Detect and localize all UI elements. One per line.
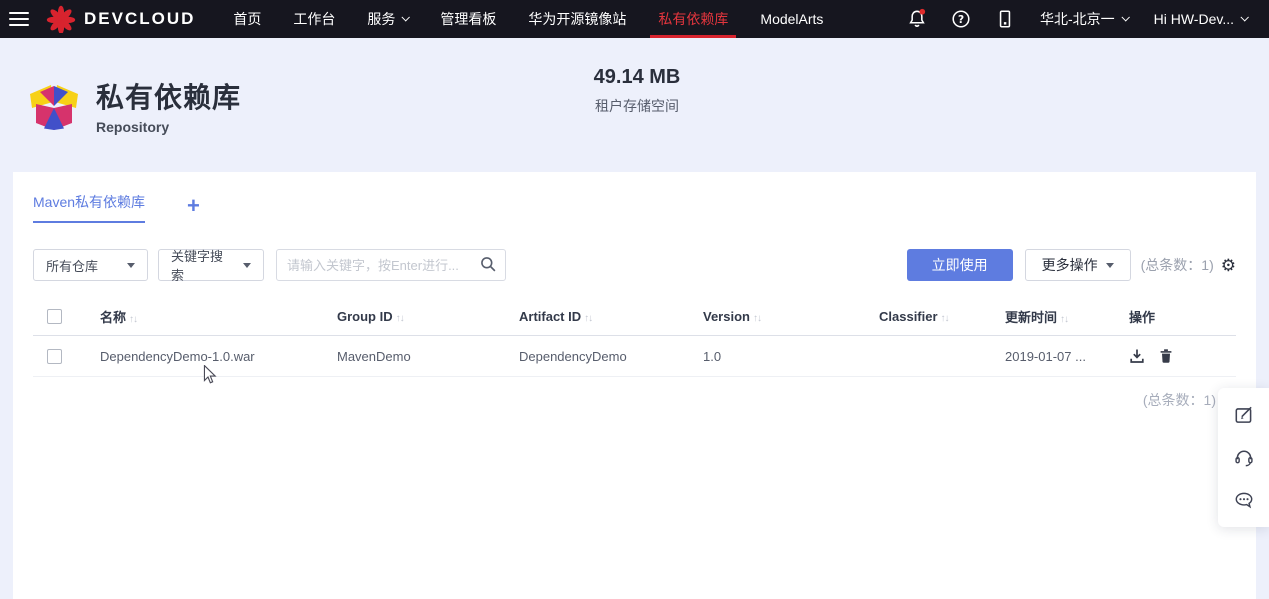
brand-name: DEVCLOUD [84, 9, 195, 29]
column-header-actions: 操作 [1116, 298, 1236, 336]
nav-item-home[interactable]: 首页 [217, 0, 277, 38]
nav-item-private-repo[interactable]: 私有依赖库 [642, 0, 744, 38]
trash-icon[interactable] [1158, 348, 1174, 364]
caret-down-icon [1106, 263, 1114, 268]
table-row[interactable]: DependencyDemo-1.0.war MavenDemo Depende… [33, 336, 1236, 377]
chat-icon[interactable] [1231, 487, 1257, 513]
tab-maven-repo[interactable]: Maven私有依赖库 [33, 192, 145, 223]
page-subtitle: Repository [96, 119, 241, 135]
search-input[interactable] [276, 249, 506, 281]
row-checkbox[interactable] [47, 349, 62, 364]
cell-name: DependencyDemo-1.0.war [87, 336, 324, 377]
sort-icon[interactable]: ↑↓ [1060, 314, 1068, 325]
storage-label: 租户存储空间 [562, 96, 712, 116]
repo-filter-select[interactable]: 所有仓库 [33, 249, 148, 281]
select-all-checkbox[interactable] [47, 309, 62, 324]
top-nav: DEVCLOUD 首页 工作台 服务 管理看板 华为开源镜像站 私有依赖库 Mo… [0, 0, 1269, 38]
nav-items: 首页 工作台 服务 管理看板 华为开源镜像站 私有依赖库 ModelArts [217, 0, 839, 38]
cell-artifact-id: DependencyDemo [506, 336, 690, 377]
content-card: Maven私有依赖库 + 所有仓库 关键字搜索 立即使用 更多操作 (总条数：1… [13, 172, 1256, 599]
search-icon[interactable] [480, 256, 497, 273]
sort-icon[interactable]: ↑↓ [941, 313, 949, 324]
use-now-button[interactable]: 立即使用 [907, 249, 1013, 281]
user-menu[interactable]: Hi HW-Dev... [1146, 11, 1255, 27]
sort-icon[interactable]: ↑↓ [753, 313, 761, 324]
keyword-type-select[interactable]: 关键字搜索 [158, 249, 264, 281]
repo-tabs: Maven私有依赖库 + [33, 192, 1236, 223]
table-header-row: 名称↑↓ Group ID↑↓ Artifact ID↑↓ Version↑↓ … [33, 298, 1236, 336]
nav-item-modelarts[interactable]: ModelArts [744, 0, 839, 38]
column-header-name[interactable]: 名称↑↓ [87, 298, 324, 336]
menu-icon[interactable] [0, 0, 38, 38]
chevron-down-icon [1240, 13, 1248, 21]
cell-updated: 2019-01-07 ... [992, 336, 1116, 377]
svg-text:?: ? [958, 14, 964, 26]
help-icon[interactable]: ? [944, 0, 978, 38]
brand[interactable]: DEVCLOUD [46, 5, 195, 33]
download-icon[interactable] [1129, 348, 1145, 364]
cell-classifier [866, 336, 992, 377]
search-box [276, 249, 506, 281]
sort-icon[interactable]: ↑↓ [396, 313, 404, 324]
more-actions-button[interactable]: 更多操作 [1025, 249, 1131, 281]
settings-gear-icon[interactable]: ⚙ [1221, 257, 1236, 274]
column-header-classifier[interactable]: Classifier↑↓ [866, 298, 992, 336]
huawei-logo-icon [46, 5, 76, 33]
storage-summary: 49.14 MB 租户存储空间 [562, 66, 712, 116]
column-header-updated[interactable]: 更新时间↑↓ [992, 298, 1116, 336]
toolbar: 所有仓库 关键字搜索 立即使用 更多操作 (总条数：1) ⚙ [33, 249, 1236, 281]
floating-action-panel [1218, 388, 1269, 527]
package-box-icon [28, 79, 80, 131]
customer-service-icon[interactable] [1231, 444, 1257, 470]
chevron-down-icon [1121, 13, 1129, 21]
storage-value: 49.14 MB [562, 66, 712, 89]
sort-icon[interactable]: ↑↓ [129, 314, 137, 325]
nav-item-dashboard[interactable]: 管理看板 [424, 0, 512, 38]
nav-right: ? 华北-北京一 Hi HW-Dev... [900, 0, 1269, 38]
caret-down-icon [127, 263, 135, 268]
sort-icon[interactable]: ↑↓ [584, 313, 592, 324]
column-header-artifact-id[interactable]: Artifact ID↑↓ [506, 298, 690, 336]
cell-group-id: MavenDemo [324, 336, 506, 377]
caret-down-icon [243, 263, 251, 268]
feedback-icon[interactable] [1231, 402, 1257, 428]
column-header-group-id[interactable]: Group ID↑↓ [324, 298, 506, 336]
cell-version: 1.0 [690, 336, 866, 377]
add-repo-button[interactable]: + [187, 197, 200, 223]
nav-item-mirror-site[interactable]: 华为开源镜像站 [512, 0, 642, 38]
chevron-down-icon [402, 13, 410, 21]
notification-badge [919, 9, 925, 15]
column-header-version[interactable]: Version↑↓ [690, 298, 866, 336]
row-actions [1129, 348, 1236, 364]
page-header: 私有依赖库 Repository 49.14 MB 租户存储空间 [0, 38, 1269, 172]
mobile-icon[interactable] [988, 0, 1022, 38]
bell-icon[interactable] [900, 0, 934, 38]
toolbar-right: 立即使用 更多操作 (总条数：1) ⚙ [907, 249, 1236, 281]
total-count: (总条数：1) [1141, 255, 1214, 275]
page-title: 私有依赖库 [96, 76, 241, 116]
region-selector[interactable]: 华北-北京一 [1032, 9, 1136, 29]
nav-item-services[interactable]: 服务 [351, 0, 424, 38]
nav-item-workspace[interactable]: 工作台 [277, 0, 351, 38]
footer-total-count: (总条数：1) [33, 377, 1236, 410]
artifact-table: 名称↑↓ Group ID↑↓ Artifact ID↑↓ Version↑↓ … [33, 298, 1236, 377]
